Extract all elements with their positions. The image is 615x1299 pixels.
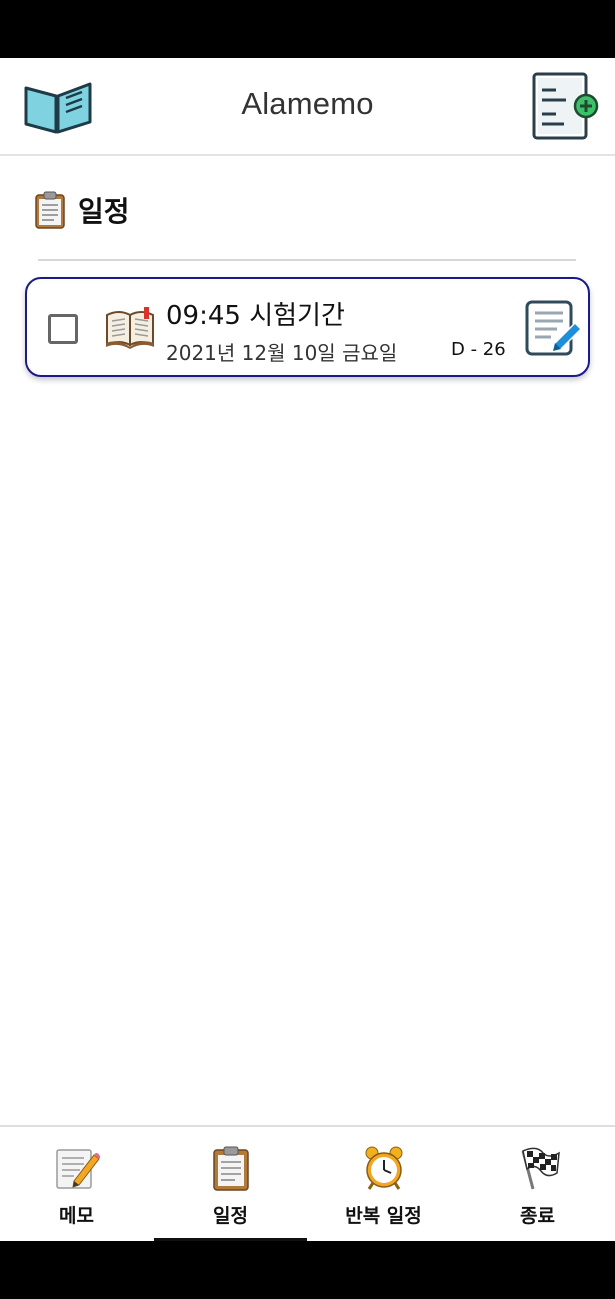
tab-repeat-schedule[interactable]: 반복 일정 [307,1127,460,1241]
clipboard-icon [35,191,65,229]
schedule-time-title: 09:45 시험기간 [166,301,345,331]
section-header: 일정 [34,188,130,232]
schedule-dday: D - 26 [451,339,506,360]
schedule-checkbox[interactable] [48,314,78,344]
tab-label: 메모 [59,1205,94,1227]
tab-label: 종료 [520,1205,555,1227]
schedule-card[interactable]: 09:45 시험기간 2021년 12월 10일 금요일 D - 26 [25,277,590,377]
add-document-icon [532,72,599,140]
schedule-date: 2021년 12월 10일 금요일 [166,341,398,365]
status-bar [0,0,615,58]
tab-label: 반복 일정 [345,1205,422,1227]
app-title: Alamemo [241,86,374,121]
tab-label: 일정 [213,1205,248,1227]
add-schedule-button[interactable] [528,70,602,144]
section-title: 일정 [78,195,130,228]
edit-document-icon [525,300,583,356]
alarm-clock-icon [365,1146,402,1190]
app-bar: Alamemo [0,58,615,156]
section-divider [38,259,576,261]
bottom-tab-bar: 메모 일정 반복 일정 종료 [0,1125,615,1241]
clipboard-icon [212,1146,249,1191]
tab-exit[interactable]: 종료 [461,1127,614,1241]
memo-pencil-icon [55,1149,100,1189]
edit-schedule-button[interactable] [523,299,583,359]
tab-schedule[interactable]: 일정 [154,1127,307,1241]
open-book-icon [106,307,154,349]
checkered-flag-icon [521,1147,560,1190]
system-navigation-bar [0,1241,615,1299]
tab-memo[interactable]: 메모 [0,1127,153,1241]
